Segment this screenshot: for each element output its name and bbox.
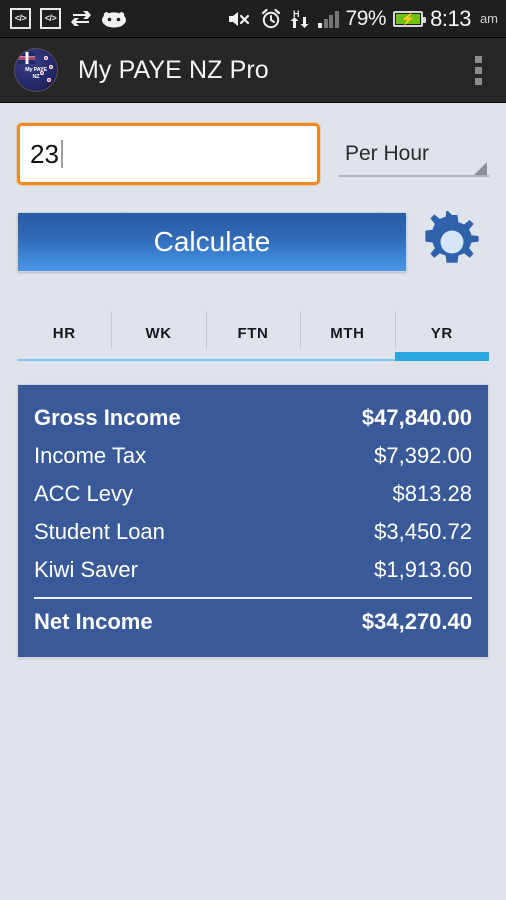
main-content: 23 Per Hour Calculate HR WK FTN MTH YR G… [0,123,506,658]
tab-yr[interactable]: YR [394,311,490,361]
app-icon-text-top: My PAYE [25,67,47,73]
text-cursor [60,140,63,168]
hspa-data-icon: H [289,8,311,30]
svg-text:H: H [293,9,300,19]
status-bar-left-icons: </> </> [10,8,127,29]
result-value: $47,840.00 [361,405,472,430]
spinner-underline [339,175,489,177]
calculate-row: Calculate [17,211,489,273]
amount-input[interactable]: 23 [17,123,320,185]
status-bar: </> </> H 79% ⚡ 8:13 am [0,0,506,38]
code-brackets-icon: </> [40,8,61,29]
table-row: Student Loan $3,450.72 [34,513,472,551]
table-row: Kiwi Saver $1,913.60 [34,551,472,589]
gear-icon [425,211,479,263]
result-label: Kiwi Saver [34,557,138,582]
tab-wk-label: WK [145,325,172,342]
amount-input-value: 23 [30,138,59,169]
results-panel: Gross Income $47,840.00 Income Tax $7,39… [17,384,489,658]
action-bar: My PAYE NZ My PAYE NZ Pro [0,38,506,103]
result-label: ACC Levy [34,481,134,506]
net-income-label: Net Income [34,609,153,634]
signal-bars-icon [318,10,339,28]
tab-underline [300,359,395,361]
clock-time: 8:13 [430,5,471,31]
overflow-menu-icon[interactable] [465,50,492,91]
result-label: Income Tax [34,443,147,468]
calculate-button[interactable]: Calculate [17,212,407,272]
app-title: My PAYE NZ Pro [78,55,269,84]
results-divider [34,597,472,599]
tab-underline [111,359,206,361]
period-tabs: HR WK FTN MTH YR [17,311,490,361]
volume-mute-icon [229,11,250,26]
battery-percent-label: 79% [345,6,387,30]
chevron-down-icon [474,162,487,175]
code-brackets-icon: </> [10,8,31,29]
table-row: ACC Levy $813.28 [34,475,472,513]
result-value: $1,913.60 [374,557,472,582]
result-label: Student Loan [34,519,165,544]
period-spinner[interactable]: Per Hour [339,123,489,185]
alarm-clock-icon [261,8,281,28]
tab-ftn-label: FTN [237,325,269,342]
settings-button[interactable] [421,211,483,273]
android-head-icon [102,11,126,28]
result-label: Gross Income [34,405,181,430]
net-income-value: $34,270.40 [361,609,472,634]
table-row: Income Tax $7,392.00 [34,437,472,475]
result-value: $3,450.72 [374,519,472,544]
usb-transfer-icon [71,10,91,26]
tab-ftn[interactable]: FTN [205,311,301,361]
tab-hr-label: HR [52,325,76,342]
tab-mth-label: MTH [330,325,365,342]
result-value: $813.28 [392,481,472,506]
result-value: $7,392.00 [374,443,472,468]
tab-hr[interactable]: HR [17,311,112,361]
calculate-button-label: Calculate [153,226,271,257]
status-bar-right-icons: H 79% ⚡ 8:13 am [227,6,498,32]
table-row-total: Net Income $34,270.40 [34,603,472,641]
tab-underline-selected [394,352,490,361]
clock-meridiem: am [479,11,498,26]
battery-icon: ⚡ [393,10,427,27]
app-icon-text-bottom: NZ [32,74,40,80]
tab-mth[interactable]: MTH [300,311,395,361]
app-icon: My PAYE NZ [14,48,58,92]
tab-underline [205,359,301,361]
input-row: 23 Per Hour [17,123,489,185]
tab-wk[interactable]: WK [111,311,206,361]
table-row: Gross Income $47,840.00 [34,399,472,437]
period-spinner-value: Per Hour [345,142,430,165]
tab-underline [17,359,112,361]
